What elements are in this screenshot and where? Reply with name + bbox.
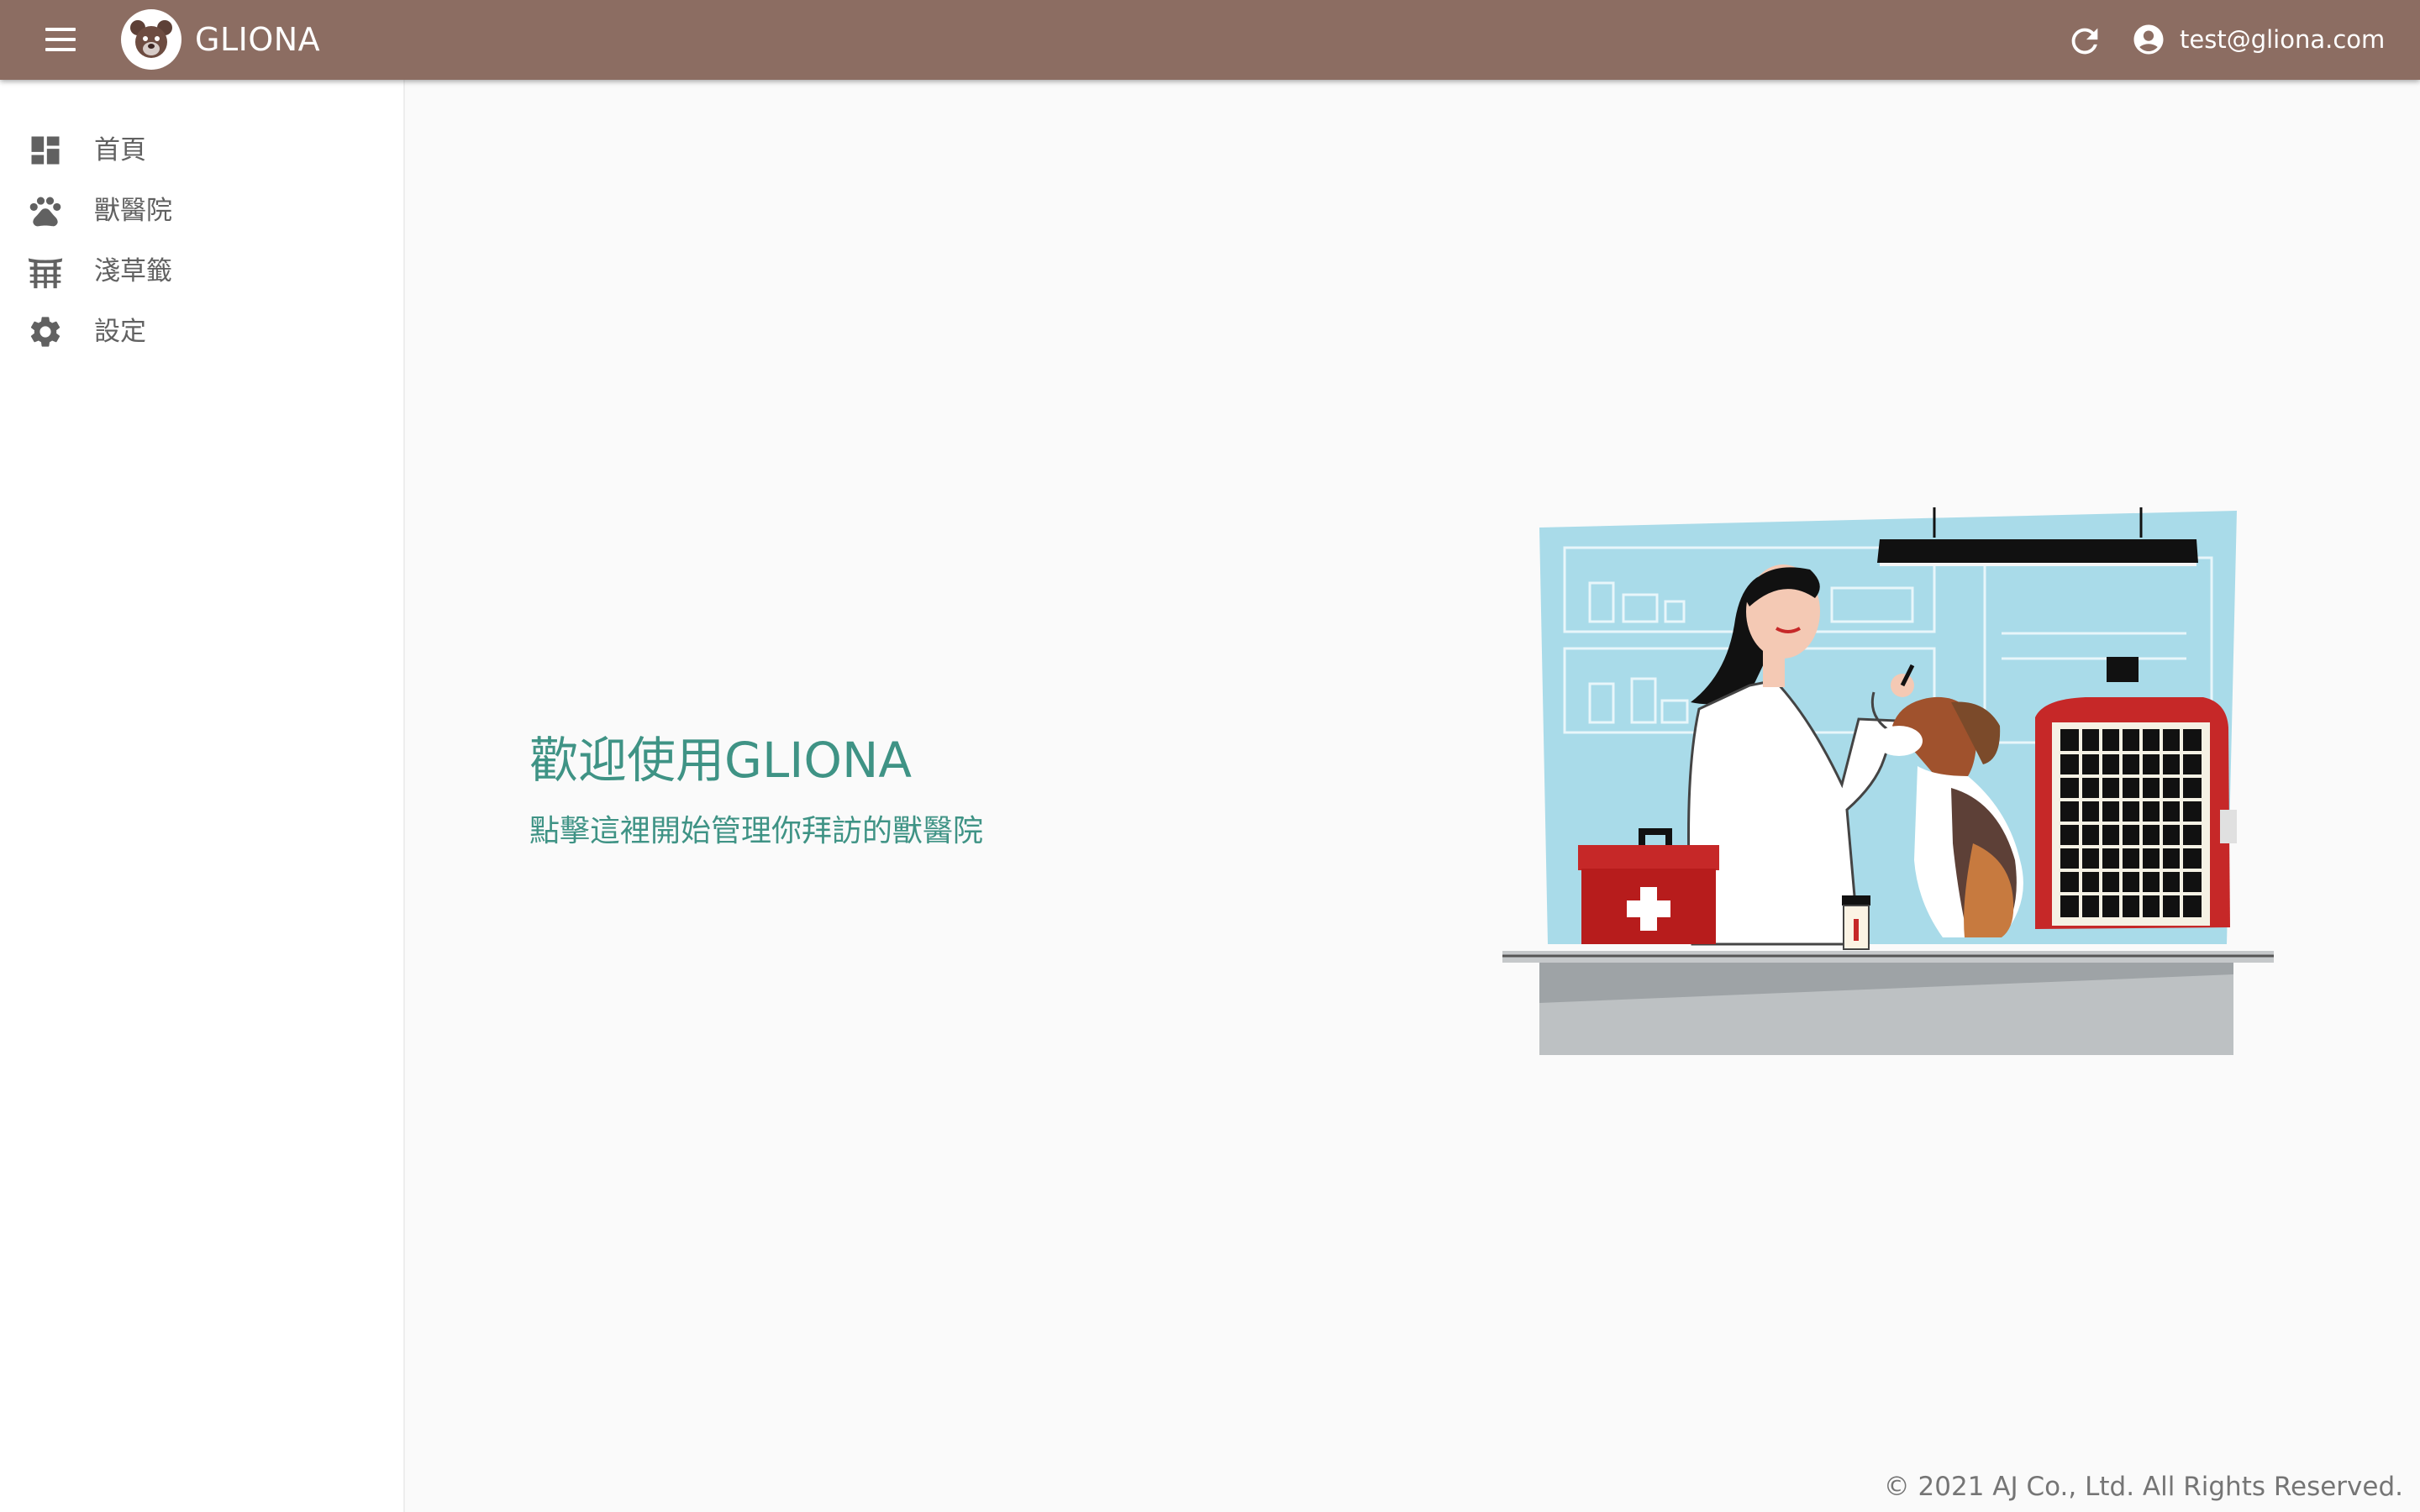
- app-brand: GLIONA: [195, 21, 321, 58]
- sidebar-item-label: 設定: [94, 317, 146, 347]
- sidebar-item-label: 首頁: [94, 135, 146, 165]
- sidebar-item-home[interactable]: 首頁: [0, 120, 403, 181]
- sidebar-item-vet-clinics[interactable]: 獸醫院: [0, 181, 403, 241]
- manage-clinics-link[interactable]: 點擊這裡開始管理你拜訪的獸醫院: [529, 806, 983, 850]
- user-email[interactable]: test@gliona.com: [2180, 0, 2385, 80]
- refresh-icon[interactable]: [2065, 22, 2104, 60]
- sidebar-item-fortune[interactable]: 淺草籤: [0, 241, 403, 302]
- welcome-title: 歡迎使用GLIONA: [529, 732, 913, 789]
- menu-icon-bar: [45, 48, 76, 51]
- sidebar: 首頁 獸醫院 淺草籤 設定: [0, 80, 405, 1512]
- vet-illustration: [1497, 507, 2279, 1058]
- sidebar-item-label: 獸醫院: [94, 196, 172, 226]
- account-circle-icon[interactable]: [2131, 22, 2166, 57]
- menu-button[interactable]: [34, 19, 87, 60]
- sidebar-item-label: 淺草籤: [94, 256, 172, 286]
- gear-icon: [27, 313, 64, 350]
- torii-gate-icon: [27, 253, 64, 290]
- menu-icon-bar: [45, 38, 76, 41]
- dashboard-icon: [27, 132, 64, 169]
- paw-icon: [27, 192, 64, 229]
- sidebar-item-settings[interactable]: 設定: [0, 302, 403, 362]
- menu-icon-bar: [45, 28, 76, 31]
- bear-logo-icon: [121, 9, 182, 70]
- copyright-footer: © 2021 AJ Co., Ltd. All Rights Reserved.: [1883, 1472, 2403, 1502]
- app-bar: GLIONA test@gliona.com: [0, 0, 2420, 80]
